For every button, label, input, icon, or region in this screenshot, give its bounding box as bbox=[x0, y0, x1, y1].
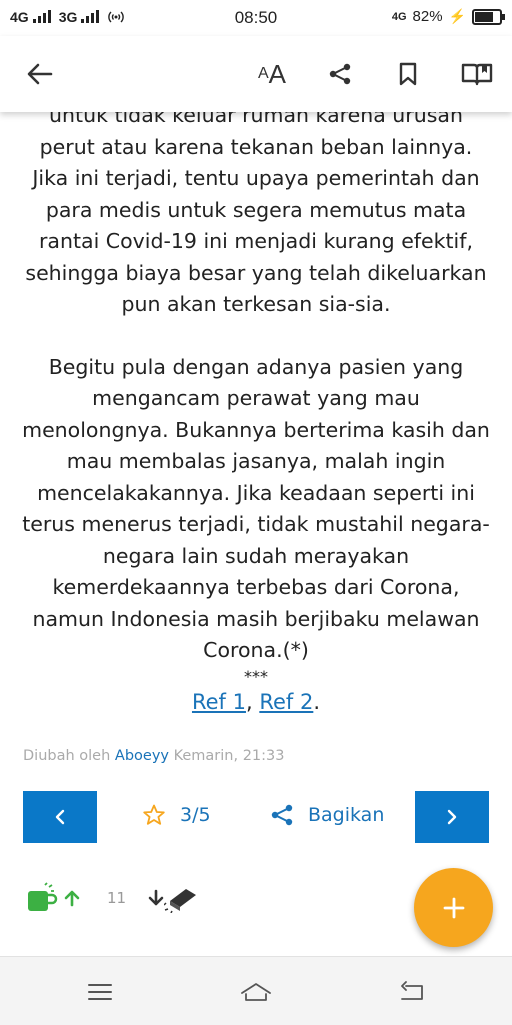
plus-icon bbox=[443, 897, 464, 918]
ref-end: . bbox=[313, 689, 321, 714]
references: Ref 1, Ref 2. bbox=[20, 687, 492, 719]
vote-count: 11 bbox=[107, 889, 127, 907]
edit-prefix: Diubah oleh bbox=[23, 748, 111, 764]
charging-icon: ⚡ bbox=[448, 8, 466, 24]
chevron-right-icon bbox=[447, 809, 457, 825]
article-paragraph: Begitu pula dengan adanya pasien yang me… bbox=[22, 354, 490, 663]
home-icon bbox=[241, 983, 271, 1001]
status-bar: 4G 3G 08:50 4G 82% ⚡ bbox=[0, 0, 512, 36]
network-4g-label: 4G bbox=[391, 10, 407, 23]
text-size-small-label: A bbox=[257, 65, 269, 82]
status-right: 4G 82% ⚡ bbox=[391, 8, 505, 25]
back-button[interactable] bbox=[20, 54, 60, 94]
downvote-arrow-icon[interactable] bbox=[148, 889, 164, 907]
star-icon bbox=[143, 804, 165, 825]
rating-button[interactable]: 3/5 bbox=[142, 803, 211, 827]
text-size-button[interactable]: AA bbox=[252, 54, 292, 94]
rating-value: 3/5 bbox=[180, 804, 211, 826]
upvote-arrow-icon[interactable] bbox=[63, 889, 81, 907]
edit-time: Kemarin, 21:33 bbox=[173, 748, 285, 764]
article-body: untuk tidak keluar rumah karena urusan p… bbox=[20, 100, 492, 718]
reader-mode-button[interactable] bbox=[457, 54, 497, 94]
vote-row: 11 bbox=[25, 878, 198, 918]
home-button[interactable] bbox=[236, 977, 276, 1007]
add-fab-button[interactable] bbox=[414, 868, 493, 947]
bookmark-button[interactable] bbox=[388, 54, 428, 94]
bookmark-icon bbox=[399, 62, 417, 86]
battery-percent: 82% bbox=[412, 8, 443, 25]
author-link[interactable]: Aboeyy bbox=[115, 748, 169, 764]
share-label: Bagikan bbox=[308, 804, 385, 826]
article-paragraph: untuk tidak keluar rumah karena urusan p… bbox=[25, 103, 487, 316]
cendol-cup-icon[interactable] bbox=[25, 881, 59, 915]
back-arrow-icon bbox=[27, 63, 53, 85]
share-icon bbox=[329, 63, 351, 85]
next-page-button[interactable] bbox=[415, 791, 489, 843]
system-nav-bar bbox=[0, 956, 512, 1025]
return-icon bbox=[401, 981, 423, 1000]
book-icon bbox=[461, 63, 493, 86]
back-system-button[interactable] bbox=[392, 977, 432, 1007]
prev-page-button[interactable] bbox=[23, 791, 97, 843]
menu-icon bbox=[88, 984, 112, 1000]
share-button[interactable]: Bagikan bbox=[270, 803, 384, 827]
ref-separator: , bbox=[245, 689, 260, 714]
chevron-left-icon bbox=[55, 809, 65, 825]
ref-1-link[interactable]: Ref 1 bbox=[192, 690, 246, 714]
text-size-big-label: A bbox=[268, 58, 286, 89]
section-separator: *** bbox=[244, 666, 268, 686]
battery-icon bbox=[472, 8, 505, 25]
brick-icon[interactable] bbox=[164, 883, 198, 913]
menu-button[interactable] bbox=[80, 977, 120, 1007]
share-icon bbox=[271, 804, 293, 826]
edit-meta: Diubah oleh Aboeyy Kemarin, 21:33 bbox=[23, 748, 285, 764]
ref-2-link[interactable]: Ref 2 bbox=[259, 690, 313, 714]
app-toolbar: AA bbox=[0, 36, 512, 112]
share-toolbar-button[interactable] bbox=[320, 54, 360, 94]
